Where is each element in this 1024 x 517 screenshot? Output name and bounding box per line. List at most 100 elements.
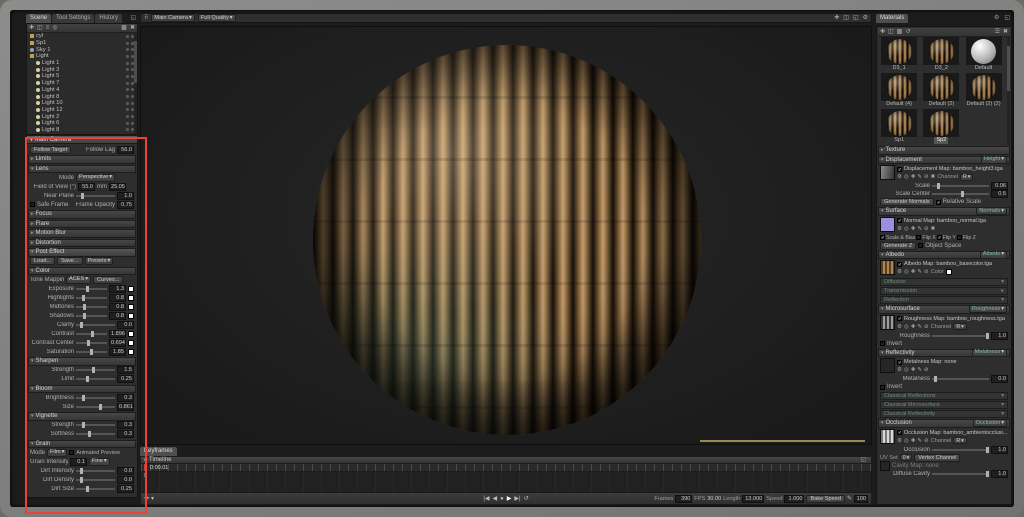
section-texture[interactable]: ▸ Texture <box>878 146 1010 155</box>
play-button[interactable]: ▶ <box>507 494 512 504</box>
slider-value[interactable]: 0.0 <box>117 320 134 329</box>
add-icon[interactable]: ✚ <box>911 269 916 275</box>
clear-icon[interactable]: ⊘ <box>924 226 929 232</box>
panel-settings-icon[interactable]: ⚙ <box>992 14 1001 23</box>
picker-icon[interactable]: ◎ <box>904 269 909 275</box>
gear-icon[interactable]: ⚙ <box>897 174 902 180</box>
materials-tab[interactable]: Materials <box>876 14 909 23</box>
gear-icon[interactable]: ⚙ <box>897 324 902 330</box>
metalness-map-name[interactable]: Metalness Map: none <box>904 359 957 365</box>
roughness-invert-checkbox[interactable] <box>880 341 885 346</box>
scene-tree-item[interactable]: Light 3 <box>27 66 137 73</box>
section-bloom[interactable]: ▾ Bloom <box>28 384 136 393</box>
color-swatch[interactable] <box>128 330 134 337</box>
scene-tree-item[interactable]: Light 8 <box>27 127 137 134</box>
slider-track[interactable] <box>76 339 107 346</box>
edit-icon[interactable]: ✎ <box>917 324 922 330</box>
clear-icon[interactable]: ⊘ <box>924 269 929 275</box>
relative-scale-checkbox[interactable]: ✓ <box>935 199 941 206</box>
color-swatch[interactable] <box>128 339 134 346</box>
scene-tree-item[interactable]: Light <box>27 53 137 60</box>
color-swatch[interactable] <box>128 312 134 319</box>
gear-icon[interactable]: ⚙ <box>897 367 902 373</box>
new-folder-icon[interactable]: ▩ <box>121 24 127 33</box>
scale-center-slider[interactable] <box>932 191 989 197</box>
slider-value[interactable]: 0.8 <box>109 302 126 311</box>
slider-value[interactable]: 0.694 <box>109 338 126 347</box>
scene-tree-item[interactable]: Light 4 <box>27 87 137 94</box>
section-reflection[interactable]: Reflection ▾ <box>880 296 1008 304</box>
slider-value[interactable]: 0.8 <box>109 311 126 320</box>
add-icon[interactable]: ✚ <box>911 226 916 232</box>
search-icon[interactable]: ◎ <box>52 24 57 33</box>
classical-section-bar[interactable]: Classical Reflectivity ▾ <box>880 410 1008 418</box>
cavity-map-name[interactable]: Cavity Map: none <box>892 463 939 469</box>
add-icon[interactable]: ✚ <box>911 174 916 180</box>
section-vignette[interactable]: ▾ Vignette <box>28 412 136 421</box>
cavity-map-thumbnail[interactable] <box>880 460 890 471</box>
channel-dropdown[interactable]: R ▾ <box>953 323 967 330</box>
keyframes-tab[interactable]: Keyframes <box>140 447 177 456</box>
metalness-slider[interactable] <box>932 376 989 382</box>
playhead-line[interactable] <box>145 472 146 492</box>
slider-track[interactable] <box>76 303 107 310</box>
timeline-ruler[interactable]: 0:00.01 <box>140 464 872 472</box>
delete-material-icon[interactable]: ✖ <box>1003 28 1008 37</box>
material-preview[interactable] <box>881 109 918 137</box>
classical-section-bar[interactable]: Classical Reflections ▾ <box>880 392 1008 400</box>
albedo-map-thumbnail[interactable] <box>880 260 895 275</box>
section-displacement[interactable]: ▾ Displacement Height ▾ <box>878 155 1010 164</box>
grain-intensity-value[interactable]: 0.1 <box>70 457 87 466</box>
gear-icon[interactable]: ⚙ <box>897 269 902 275</box>
playhead-marker[interactable] <box>144 464 146 471</box>
material-preview[interactable] <box>923 73 960 101</box>
occlusion-map-name[interactable]: Occlusion Map: bamboo_ambientocclusi... <box>904 430 1007 436</box>
add-icon[interactable]: ✚ <box>911 438 916 444</box>
quality-select-dropdown[interactable]: Full Quality ▾ <box>197 14 236 22</box>
surface-type-dropdown[interactable]: Normals ▾ <box>976 207 1007 216</box>
projection-mode-dropdown[interactable]: Perspective ▾ <box>76 173 116 182</box>
section-microsurface[interactable]: ▾ Microsurface Roughness ▾ <box>878 305 1010 314</box>
scale-center-value[interactable]: 0.5 <box>991 190 1008 198</box>
material-preview[interactable] <box>965 37 1002 65</box>
material-thumbnail[interactable]: Default <box>962 37 1004 72</box>
metalness-value[interactable]: 0.0 <box>991 375 1008 383</box>
metalness-map-thumbnail[interactable] <box>880 358 895 373</box>
section-grain[interactable]: ▾ Grain <box>28 439 136 448</box>
scene-tree-item[interactable]: Light 2 <box>27 113 137 120</box>
vertex-channel-button[interactable]: Vertex Channel <box>914 453 961 462</box>
animated-preview-checkbox[interactable] <box>69 450 75 455</box>
scene-tree-item[interactable]: Light 8 <box>27 93 137 100</box>
occlusion-value[interactable]: 1.0 <box>991 445 1008 454</box>
scene-scrollbar[interactable] <box>134 33 137 134</box>
collapsed-section-header[interactable]: ▸ Distortion <box>28 238 136 247</box>
section-limits[interactable]: ▸ Limits <box>28 155 136 164</box>
near-plane-value[interactable]: 1.0 <box>117 191 134 200</box>
play-backward-button[interactable]: ◀ <box>493 494 498 504</box>
slider-knob[interactable] <box>90 348 94 355</box>
albedo-color-swatch[interactable] <box>945 269 952 275</box>
flip-x-checkbox[interactable] <box>916 235 922 240</box>
material-thumbnail[interactable]: D3_2 <box>920 37 962 72</box>
slider-track[interactable] <box>76 285 107 292</box>
slider-knob[interactable] <box>90 330 94 337</box>
scene-tree-item[interactable]: Sp1 <box>27 40 137 47</box>
classical-section-bar[interactable]: Classical Microsurface ▾ <box>880 401 1008 409</box>
displacement-type-dropdown[interactable]: Height ▾ <box>981 155 1007 164</box>
material-preview[interactable] <box>881 73 918 101</box>
microsurface-type-dropdown[interactable]: Roughness ▾ <box>968 305 1007 314</box>
speed-value[interactable]: 1.000 <box>784 494 805 503</box>
clear-icon[interactable]: ⊘ <box>924 324 929 330</box>
edit-icon[interactable]: ✎ <box>917 367 922 373</box>
scene-tree-item[interactable]: Sky 1 <box>27 46 137 53</box>
collapsed-section-header[interactable]: ▸ Flare <box>28 219 136 228</box>
add-icon[interactable]: ✚ <box>911 324 916 330</box>
occlusion-map-thumbnail[interactable] <box>880 428 895 444</box>
fov-mm-value[interactable]: 25.05 <box>109 182 126 191</box>
edit-icon[interactable]: ✎ <box>917 174 922 180</box>
slider-value[interactable]: 0.8 <box>109 293 126 302</box>
picker-icon[interactable]: ◎ <box>904 174 909 180</box>
slider-knob[interactable] <box>79 321 83 328</box>
displacement-map-thumbnail[interactable] <box>880 165 895 180</box>
duplicate-icon[interactable]: ◫ <box>37 24 43 33</box>
